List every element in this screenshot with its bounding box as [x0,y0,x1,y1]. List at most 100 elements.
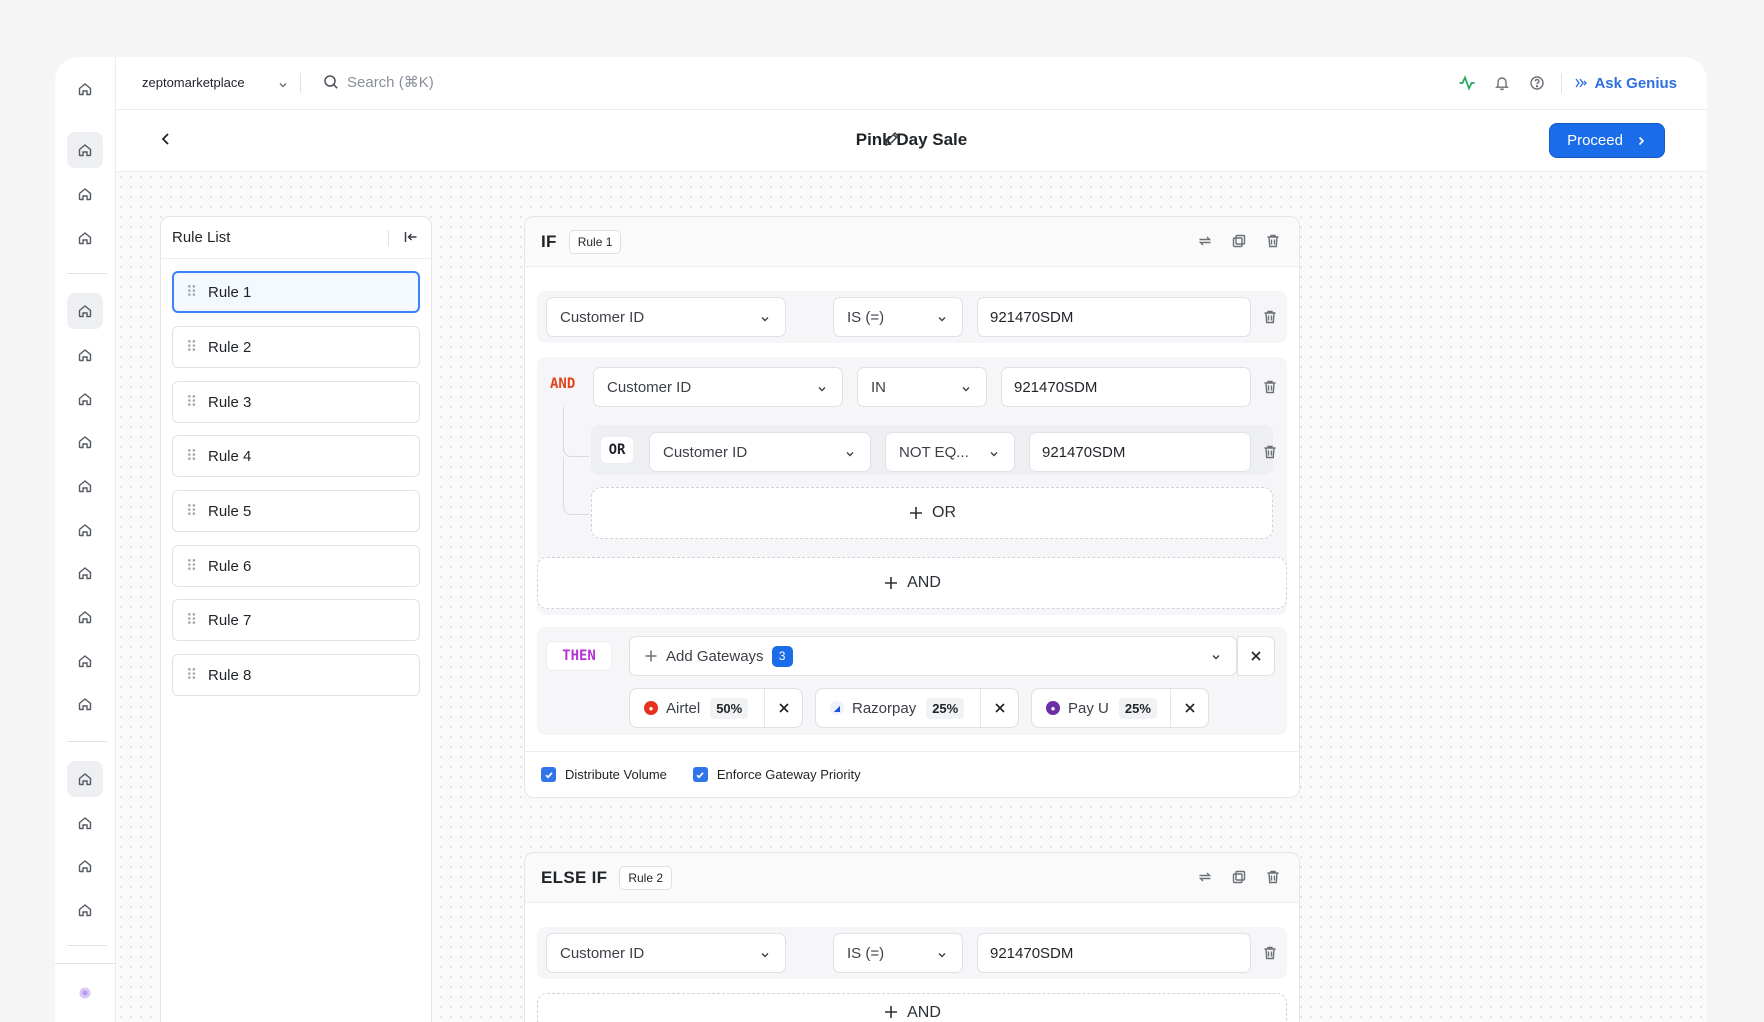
copy-icon[interactable] [1231,869,1247,885]
else-if-keyword: ELSE IF [541,867,608,887]
sidebar-item-1-icon[interactable] [67,132,103,168]
sidebar-item-6-icon[interactable] [67,381,103,417]
sidebar-item-11-icon[interactable] [67,599,103,635]
value-input[interactable]: 921470SDM [1001,367,1251,407]
gateway-percent[interactable]: 25% [1118,697,1157,719]
trash-icon[interactable] [1265,869,1281,885]
sidebar-item-9-icon[interactable] [67,512,103,548]
trash-icon[interactable] [1262,309,1278,325]
drag-handle-icon[interactable]: ⠿ [186,557,197,575]
gateway-percent[interactable]: 25% [926,697,965,719]
rule-list-item[interactable]: ⠿ Rule 1 [172,271,420,313]
proceed-button[interactable]: Proceed [1549,123,1665,158]
sidebar-divider [67,273,107,274]
gateway-chip-airtel[interactable]: ● Airtel 50% [629,688,803,728]
drag-handle-icon[interactable]: ⠿ [186,611,197,629]
drag-handle-icon[interactable]: ⠿ [186,502,197,520]
close-icon [778,703,789,713]
gateway-chip-payu[interactable]: ● Pay U 25% [1031,688,1209,728]
rule-list-item[interactable]: ⠿ Rule 6 [172,545,420,587]
trash-icon[interactable] [1262,444,1278,460]
remove-gateway-button[interactable] [764,689,802,727]
sidebar-home-icon[interactable] [67,71,103,107]
enforce-priority-checkbox[interactable]: Enforce Gateway Priority [692,767,861,782]
value-input[interactable]: 921470SDM [977,933,1251,973]
workspace-switcher[interactable]: zeptomarketplace [142,75,287,90]
drag-handle-icon[interactable]: ⠿ [186,338,197,356]
copy-icon[interactable] [1231,233,1247,249]
drag-handle-icon[interactable]: ⠿ [186,666,197,684]
swap-icon[interactable] [1197,869,1213,885]
operator-select[interactable]: IS (=) [833,297,963,337]
rule-item-label: Rule 5 [208,502,252,520]
drag-handle-icon[interactable]: ⠿ [186,393,197,411]
add-and-button[interactable]: AND [537,557,1287,609]
add-and-button[interactable]: AND [537,993,1287,1022]
sidebar-item-5-icon[interactable] [67,337,103,373]
sidebar-item-3-icon[interactable] [67,220,103,256]
rule-list-item[interactable]: ⠿ Rule 3 [172,381,420,423]
ask-genius-button[interactable]: Ask Genius [1574,75,1677,92]
distribute-volume-checkbox[interactable]: Distribute Volume [541,767,667,782]
sidebar-item-10-icon[interactable] [67,555,103,591]
rule-item-label: Rule 7 [208,611,252,629]
add-and-label: AND [907,1004,941,1021]
field-select[interactable]: Customer ID [546,933,786,973]
sidebar-item-12-icon[interactable] [67,643,103,679]
topbar-actions: Ask Genius [1442,73,1677,93]
sidebar-item-14-icon[interactable] [67,761,103,797]
trash-icon[interactable] [1265,233,1281,249]
add-gateways-select[interactable]: Add Gateways 3 [629,636,1237,676]
rule-list-item[interactable]: ⠿ Rule 2 [172,326,420,368]
rule-item-label: Rule 8 [208,666,252,684]
value-input[interactable]: 921470SDM [1029,432,1251,472]
field-select[interactable]: Customer ID [593,367,843,407]
edit-pencil-icon[interactable] [883,130,901,148]
drag-handle-icon[interactable]: ⠿ [186,283,197,301]
sidebar-item-7-icon[interactable] [67,424,103,460]
sidebar-item-17-icon[interactable] [67,892,103,928]
add-and-label: AND [907,574,941,591]
plus-icon [885,577,898,589]
workspace-logo-icon[interactable] [67,975,103,1011]
collapse-panel-icon[interactable] [403,229,419,245]
swap-icon[interactable] [1197,233,1213,249]
tree-connector [563,457,589,515]
sidebar-item-15-icon[interactable] [67,805,103,841]
gateway-chip-razorpay[interactable]: ◢ Razorpay 25% [815,688,1019,728]
rule-list-header: Rule List [161,217,431,259]
field-select[interactable]: Customer ID [546,297,786,337]
drag-handle-icon[interactable]: ⠿ [186,447,197,465]
operator-select[interactable]: NOT EQ... [885,432,1015,472]
clear-gateways-button[interactable] [1237,636,1275,676]
operator-select[interactable]: IN [857,367,987,407]
checkbox-checked-icon[interactable] [692,767,708,782]
checkbox-checked-icon[interactable] [541,767,556,782]
sidebar-item-2-icon[interactable] [67,176,103,212]
bell-icon[interactable] [1492,73,1512,93]
gateway-percent[interactable]: 50% [710,697,749,719]
rule-list-item[interactable]: ⠿ Rule 5 [172,490,420,532]
help-icon[interactable] [1527,73,1547,93]
value-input[interactable]: 921470SDM [977,297,1251,337]
sidebar-item-4-icon[interactable] [67,293,103,329]
sidebar-item-16-icon[interactable] [67,848,103,884]
rule-list-item[interactable]: ⠿ Rule 4 [172,435,420,477]
sidebar-item-13-icon[interactable] [67,686,103,722]
add-or-button[interactable]: OR [591,487,1273,539]
remove-gateway-button[interactable] [980,689,1018,727]
rule-list-item[interactable]: ⠿ Rule 8 [172,654,420,696]
field-select[interactable]: Customer ID [649,432,871,472]
operator-select[interactable]: IS (=) [833,933,963,973]
rule-item-label: Rule 2 [208,338,252,356]
tree-connector [563,407,589,457]
sidebar-item-8-icon[interactable] [67,468,103,504]
activity-icon[interactable] [1457,73,1477,93]
trash-icon[interactable] [1262,945,1278,961]
remove-gateway-button[interactable] [1170,689,1208,727]
sidebar-divider [67,741,107,742]
rule-list-item[interactable]: ⠿ Rule 7 [172,599,420,641]
plus-icon [885,1006,898,1018]
search-input[interactable]: Search (⌘K) [323,73,434,91]
trash-icon[interactable] [1262,379,1278,395]
